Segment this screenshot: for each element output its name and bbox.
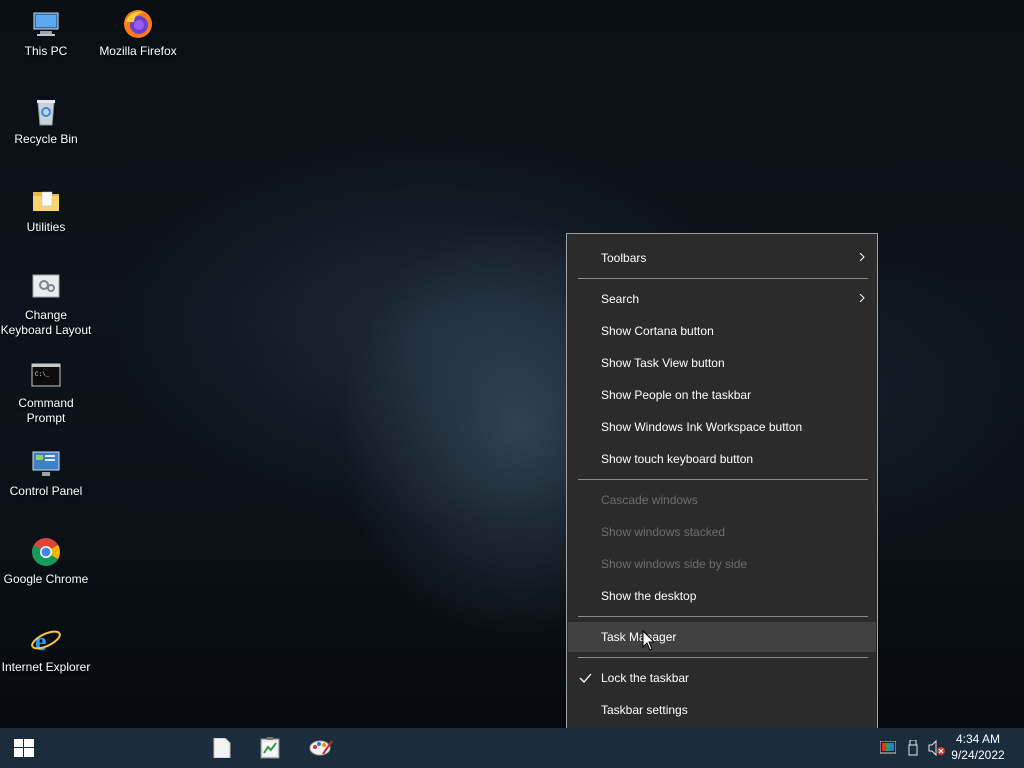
menu-item-label: Taskbar settings	[601, 703, 688, 717]
paint-icon	[309, 740, 333, 756]
desktop-icon-firefox[interactable]: Mozilla Firefox	[92, 8, 184, 59]
usb-device-icon[interactable]	[907, 740, 919, 756]
menu-item-label: Show the desktop	[601, 589, 697, 603]
menu-separator	[578, 616, 868, 617]
desktop-icon-this-pc[interactable]: This PC	[0, 8, 92, 59]
menu-item-task-manager[interactable]: Task Manager	[568, 622, 876, 652]
menu-item-show-windows-stacked: Show windows stacked	[568, 517, 876, 547]
mouse-cursor-icon	[642, 630, 656, 651]
desktop-icon-label: Internet Explorer	[1, 660, 91, 674]
desktop-icon-command-prompt[interactable]: C:\_ Command Prompt	[0, 360, 92, 426]
menu-item-show-desktop[interactable]: Show the desktop	[568, 581, 876, 611]
menu-item-label: Task Manager	[601, 630, 677, 644]
desktop-icon-label: Recycle Bin	[14, 132, 78, 146]
desktop-icon-label: Utilities	[26, 220, 66, 234]
menu-item-cascade-windows: Cascade windows	[568, 485, 876, 515]
menu-item-toolbars[interactable]: Toolbars	[568, 243, 876, 273]
taskbar-clock[interactable]: 4:34 AM 9/24/2022	[948, 731, 1008, 763]
desktop-icon-internet-explorer[interactable]: e Internet Explorer	[0, 624, 92, 675]
start-button[interactable]	[0, 728, 48, 768]
checkmark-icon	[579, 673, 592, 683]
menu-separator	[578, 278, 868, 279]
menu-item-taskbar-settings[interactable]: Taskbar settings	[568, 695, 876, 725]
desktop-icon-label: This PC	[24, 44, 68, 58]
menu-item-show-task-view-button[interactable]: Show Task View button	[568, 348, 876, 378]
command-prompt-icon: C:\_	[31, 363, 61, 387]
folder-icon	[33, 191, 59, 211]
menu-item-label: Cascade windows	[601, 493, 698, 507]
chrome-icon	[32, 538, 60, 566]
taskbar-app-task-manager[interactable]	[246, 728, 294, 768]
desktop-icon-label: Control Panel	[9, 484, 83, 498]
menu-item-label: Show Cortana button	[601, 324, 714, 338]
clock-time: 4:34 AM	[955, 732, 1001, 746]
color-display-icon[interactable]	[880, 741, 896, 755]
desktop-icon-recycle-bin[interactable]: Recycle Bin	[0, 96, 92, 147]
taskbar-app-paint[interactable]	[296, 728, 344, 768]
windows-logo-icon	[14, 739, 34, 757]
chevron-right-icon	[859, 253, 865, 261]
menu-item-label: Show Windows Ink Workspace button	[601, 420, 803, 434]
svg-text:C:\_: C:\_	[35, 371, 50, 378]
menu-item-label: Show touch keyboard button	[601, 452, 754, 466]
menu-item-show-people[interactable]: Show People on the taskbar	[568, 380, 876, 410]
desktop-icon-utilities[interactable]: Utilities	[0, 184, 92, 235]
firefox-icon	[124, 10, 152, 38]
speaker-muted-icon[interactable]	[928, 740, 946, 756]
desktop-icon-label: Change Keyboard Layout	[0, 308, 92, 337]
menu-item-show-touch-keyboard[interactable]: Show touch keyboard button	[568, 444, 876, 474]
keyboard-layout-icon	[32, 274, 60, 298]
menu-item-lock-taskbar[interactable]: Lock the taskbar	[568, 663, 876, 693]
internet-explorer-icon: e	[31, 627, 61, 656]
taskbar-app-file[interactable]	[198, 728, 246, 768]
menu-item-label: Show Task View button	[601, 356, 725, 370]
clock-date: 9/24/2022	[951, 748, 1005, 762]
menu-separator	[578, 657, 868, 658]
chevron-right-icon	[859, 294, 865, 302]
menu-item-label: Toolbars	[601, 251, 647, 265]
menu-item-label: Search	[601, 292, 640, 306]
this-pc-icon	[33, 12, 59, 36]
desktop-icon-label: Command Prompt	[18, 396, 74, 425]
desktop-icon-label: Mozilla Firefox	[99, 44, 177, 58]
menu-item-show-cortana-button[interactable]: Show Cortana button	[568, 316, 876, 346]
menu-item-label: Show windows side by side	[601, 557, 748, 571]
blank-document-icon	[213, 738, 231, 758]
recycle-bin-icon	[37, 100, 55, 126]
desktop-icon-control-panel[interactable]: Control Panel	[0, 448, 92, 499]
menu-item-label: Show windows stacked	[601, 525, 726, 539]
menu-item-label: Lock the taskbar	[601, 671, 690, 685]
menu-item-show-windows-side-by-side: Show windows side by side	[568, 549, 876, 579]
menu-separator	[578, 479, 868, 480]
svg-text:e: e	[35, 627, 47, 656]
menu-item-search[interactable]: Search	[568, 284, 876, 314]
menu-item-label: Show People on the taskbar	[601, 388, 752, 402]
task-manager-icon	[260, 737, 280, 759]
desktop-icon-google-chrome[interactable]: Google Chrome	[0, 536, 92, 587]
taskbar-context-menu: Toolbars Search Show Cortana button Show…	[566, 233, 878, 734]
desktop-icon-change-keyboard-layout[interactable]: Change Keyboard Layout	[0, 272, 92, 338]
control-panel-icon	[32, 451, 60, 476]
desktop-icon-label: Google Chrome	[3, 572, 89, 586]
taskbar: 4:34 AM 9/24/2022	[0, 728, 1024, 768]
menu-item-show-ink-workspace[interactable]: Show Windows Ink Workspace button	[568, 412, 876, 442]
